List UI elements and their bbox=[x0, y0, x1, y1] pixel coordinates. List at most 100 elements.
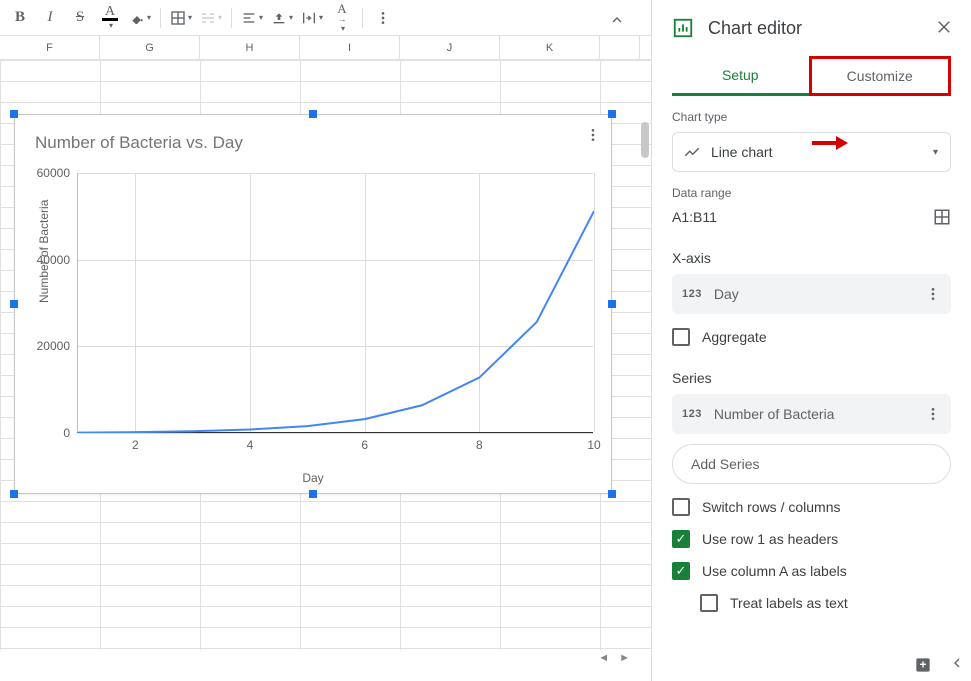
chart-title: Number of Bacteria vs. Day bbox=[15, 115, 611, 159]
x-tick-label: 4 bbox=[247, 432, 254, 452]
col-header[interactable]: F bbox=[0, 36, 100, 59]
spreadsheet-area: F G H I J K Number of Bacteria vs. Day N… bbox=[0, 36, 651, 671]
col-header[interactable]: G bbox=[100, 36, 200, 59]
panel-tabs: Setup Customize bbox=[672, 56, 951, 96]
paint-bucket-icon bbox=[129, 10, 145, 26]
horizontal-scrollbar[interactable]: ◄ ► bbox=[6, 651, 634, 665]
x-tick-label: 2 bbox=[132, 432, 139, 452]
col-header[interactable]: I bbox=[300, 36, 400, 59]
line-chart-icon bbox=[683, 143, 701, 161]
toolbar-collapse-button[interactable] bbox=[603, 6, 631, 34]
scroll-left-button[interactable]: ◄ bbox=[594, 652, 613, 664]
y-axis-title: Number of Bacteria bbox=[37, 200, 51, 303]
switch-rows-cols-label: Switch rows / columns bbox=[702, 499, 840, 515]
x-tick-label: 10 bbox=[587, 432, 600, 452]
col-header[interactable]: J bbox=[400, 36, 500, 59]
xaxis-field[interactable]: 123 Day bbox=[672, 274, 951, 314]
tab-customize[interactable]: Customize bbox=[809, 56, 952, 96]
close-icon bbox=[935, 18, 953, 36]
treat-labels-label: Treat labels as text bbox=[730, 595, 848, 611]
checkbox-unchecked-icon[interactable] bbox=[672, 498, 690, 516]
chart-type-dropdown[interactable]: Line chart ▾ bbox=[672, 132, 951, 172]
resize-handle[interactable] bbox=[309, 110, 317, 118]
y-tick-label: 0 bbox=[63, 426, 78, 440]
bold-button[interactable]: B bbox=[6, 4, 34, 32]
aggregate-label: Aggregate bbox=[702, 329, 767, 345]
vertical-scrollbar-thumb[interactable] bbox=[641, 122, 649, 158]
explore-icon[interactable]: + bbox=[913, 655, 933, 675]
side-panel-toggle-icon[interactable] bbox=[949, 655, 965, 671]
numeric-type-icon: 123 bbox=[682, 288, 702, 300]
resize-handle[interactable] bbox=[10, 300, 18, 308]
chart-type-value: Line chart bbox=[711, 144, 772, 160]
xaxis-value: Day bbox=[714, 286, 739, 302]
resize-handle[interactable] bbox=[309, 490, 317, 498]
merge-icon bbox=[200, 10, 216, 26]
column-headers: F G H I J K bbox=[0, 36, 651, 60]
more-toolbar-button[interactable] bbox=[369, 4, 397, 32]
tab-setup[interactable]: Setup bbox=[672, 56, 809, 96]
y-tick-label: 60000 bbox=[37, 166, 78, 180]
x-tick-label: 8 bbox=[476, 432, 483, 452]
resize-handle[interactable] bbox=[608, 300, 616, 308]
chevron-up-icon bbox=[609, 12, 625, 28]
chart-line bbox=[78, 173, 594, 433]
add-series-button[interactable]: Add Series bbox=[672, 444, 951, 484]
xaxis-menu-button[interactable] bbox=[925, 286, 941, 302]
checkbox-unchecked-icon[interactable] bbox=[700, 594, 718, 612]
xaxis-section-label: X-axis bbox=[672, 250, 951, 266]
use-row1-row[interactable]: ✓ Use row 1 as headers bbox=[672, 530, 951, 548]
panel-title: Chart editor bbox=[708, 18, 802, 39]
chart-editor-panel: Chart editor Setup Customize Chart type … bbox=[651, 0, 971, 681]
checkbox-checked-icon[interactable]: ✓ bbox=[672, 562, 690, 580]
chevron-down-icon: ▾ bbox=[933, 147, 938, 158]
aggregate-checkbox-row[interactable]: Aggregate bbox=[672, 328, 951, 346]
col-header[interactable]: H bbox=[200, 36, 300, 59]
text-wrap-button[interactable] bbox=[298, 4, 326, 32]
series-field[interactable]: 123 Number of Bacteria bbox=[672, 394, 951, 434]
use-row1-label: Use row 1 as headers bbox=[702, 531, 838, 547]
v-align-button[interactable] bbox=[268, 4, 296, 32]
resize-handle[interactable] bbox=[608, 490, 616, 498]
scroll-right-button[interactable]: ► bbox=[615, 652, 634, 664]
resize-handle[interactable] bbox=[10, 110, 18, 118]
use-colA-label: Use column A as labels bbox=[702, 563, 847, 579]
grid-select-icon[interactable] bbox=[933, 208, 951, 226]
v-align-icon bbox=[271, 10, 287, 26]
text-rotation-button[interactable]: A→ bbox=[328, 4, 356, 32]
resize-handle[interactable] bbox=[608, 110, 616, 118]
checkbox-checked-icon[interactable]: ✓ bbox=[672, 530, 690, 548]
fill-color-button[interactable] bbox=[126, 4, 154, 32]
data-range-value[interactable]: A1:B11 bbox=[672, 209, 717, 225]
wrap-icon bbox=[301, 10, 317, 26]
resize-handle[interactable] bbox=[10, 490, 18, 498]
italic-button[interactable]: I bbox=[36, 4, 64, 32]
x-axis-title: Day bbox=[302, 471, 323, 485]
more-vertical-icon bbox=[375, 10, 391, 26]
merge-cells-button bbox=[197, 4, 225, 32]
close-panel-button[interactable] bbox=[935, 18, 953, 36]
panel-header: Chart editor bbox=[672, 0, 951, 56]
strikethrough-button[interactable]: S bbox=[66, 4, 94, 32]
h-align-button[interactable] bbox=[238, 4, 266, 32]
more-vertical-icon bbox=[925, 406, 941, 422]
treat-labels-row[interactable]: Treat labels as text bbox=[672, 594, 951, 612]
borders-icon bbox=[170, 10, 186, 26]
cell-grid[interactable]: Number of Bacteria vs. Day Number of Bac… bbox=[0, 60, 651, 650]
use-colA-row[interactable]: ✓ Use column A as labels bbox=[672, 562, 951, 580]
borders-button[interactable] bbox=[167, 4, 195, 32]
footer-area: + bbox=[913, 655, 965, 675]
y-tick-label: 20000 bbox=[37, 339, 78, 353]
chart-icon bbox=[672, 17, 694, 39]
embedded-chart[interactable]: Number of Bacteria vs. Day Number of Bac… bbox=[14, 114, 612, 494]
chart-menu-button[interactable] bbox=[581, 123, 605, 147]
col-header[interactable]: K bbox=[500, 36, 600, 59]
more-vertical-icon bbox=[925, 286, 941, 302]
chart-plot-area: 2468100200004000060000 bbox=[77, 173, 593, 433]
data-range-label: Data range bbox=[672, 186, 951, 200]
series-menu-button[interactable] bbox=[925, 406, 941, 422]
y-tick-label: 40000 bbox=[37, 253, 78, 267]
checkbox-unchecked-icon[interactable] bbox=[672, 328, 690, 346]
text-color-button[interactable]: A bbox=[96, 4, 124, 32]
switch-rows-cols-row[interactable]: Switch rows / columns bbox=[672, 498, 951, 516]
